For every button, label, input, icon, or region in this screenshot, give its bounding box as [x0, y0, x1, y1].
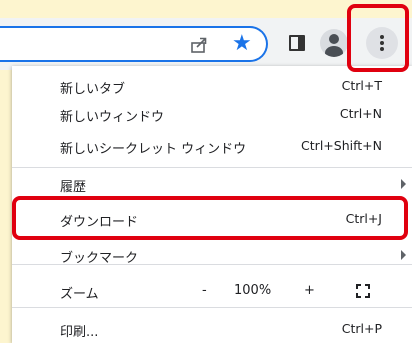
submenu-arrow-icon	[401, 250, 406, 260]
screenshot-stage: ★ 新しいタブ Ctrl+T 新しいウィンドウ Ctrl+N 新しいシークレット…	[0, 0, 412, 343]
menu-item-zoom: ズーム - 100% +	[12, 277, 412, 305]
menu-item-new-window[interactable]: 新しいウィンドウ Ctrl+N	[12, 100, 412, 128]
menu-item-shortcut: Ctrl+T	[341, 78, 382, 93]
share-icon[interactable]	[189, 35, 209, 55]
browser-toolbar: ★	[0, 18, 412, 70]
menu-item-label: 履歴	[60, 180, 87, 195]
address-bar[interactable]: ★	[0, 26, 268, 62]
menu-separator	[12, 264, 412, 265]
fullscreen-icon[interactable]	[356, 284, 370, 298]
menu-item-label: 新しいシークレット ウィンドウ	[60, 142, 247, 157]
menu-item-new-tab[interactable]: 新しいタブ Ctrl+T	[12, 72, 412, 100]
menu-separator	[12, 307, 412, 308]
menu-dot-icon	[380, 35, 384, 39]
menu-item-print[interactable]: 印刷... Ctrl+P	[12, 315, 412, 343]
menu-dot-icon	[380, 47, 384, 51]
menu-dot-icon	[380, 41, 384, 45]
menu-item-label: 印刷...	[60, 325, 99, 340]
menu-item-new-incognito-window[interactable]: 新しいシークレット ウィンドウ Ctrl+Shift+N	[12, 132, 412, 160]
zoom-in-button[interactable]: +	[304, 283, 315, 298]
menu-item-history[interactable]: 履歴	[12, 170, 412, 198]
menu-item-label: ズーム	[60, 287, 99, 302]
menu-item-shortcut: Ctrl+Shift+N	[301, 138, 382, 153]
side-panel-icon[interactable]	[289, 35, 305, 51]
submenu-arrow-icon	[401, 179, 406, 189]
menu-item-shortcut: Ctrl+P	[341, 321, 382, 336]
menu-item-label: ダウンロード	[60, 215, 139, 230]
zoom-out-button[interactable]: -	[202, 283, 207, 298]
menu-item-shortcut: Ctrl+J	[345, 211, 382, 226]
bookmark-star-icon[interactable]: ★	[232, 33, 252, 55]
chrome-menu: 新しいタブ Ctrl+T 新しいウィンドウ Ctrl+N 新しいシークレット ウ…	[12, 66, 412, 343]
more-menu-button[interactable]	[366, 27, 398, 59]
menu-separator	[12, 167, 412, 168]
menu-item-label: 新しいタブ	[60, 82, 126, 97]
menu-item-downloads[interactable]: ダウンロード Ctrl+J	[12, 205, 412, 233]
zoom-level: 100%	[234, 283, 272, 298]
menu-item-label: 新しいウィンドウ	[60, 110, 165, 125]
profile-avatar[interactable]	[320, 29, 348, 57]
menu-item-shortcut: Ctrl+N	[339, 106, 382, 121]
